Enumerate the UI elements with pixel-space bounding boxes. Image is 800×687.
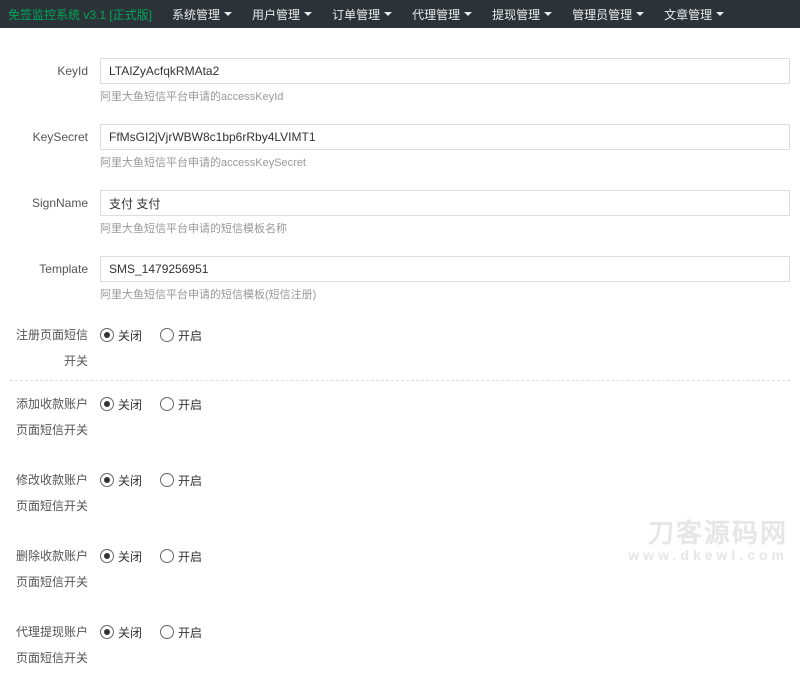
nav-label: 用户管理 (252, 6, 300, 23)
brand-title: 免签监控系统 v3.1 [正式版] (8, 6, 152, 23)
label-switch-delete: 删除收款账户页面短信开关 (10, 543, 100, 595)
radio-register-on[interactable]: 开启 (160, 327, 202, 344)
radio-label: 开启 (178, 548, 202, 565)
input-keyid[interactable] (100, 58, 790, 84)
radio-delete-off[interactable]: 关闭 (100, 548, 142, 565)
radio-edit-off[interactable]: 关闭 (100, 472, 142, 489)
input-signname[interactable] (100, 190, 790, 216)
radio-label: 关闭 (118, 396, 142, 413)
radio-label: 关闭 (118, 548, 142, 565)
input-template[interactable] (100, 256, 790, 282)
help-keyid: 阿里大鱼短信平台申请的accessKeyId (100, 88, 790, 104)
radio-label: 关闭 (118, 624, 142, 641)
nav-label: 提现管理 (492, 6, 540, 23)
radio-agent-on[interactable]: 开启 (160, 624, 202, 641)
input-keysecret[interactable] (100, 124, 790, 150)
chevron-down-icon (224, 12, 232, 16)
radio-agent-off[interactable]: 关闭 (100, 624, 142, 641)
chevron-down-icon (304, 12, 312, 16)
row-switch-agent: 代理提现账户页面短信开关 关闭 开启 (10, 619, 790, 671)
radio-icon (100, 397, 114, 411)
help-signname: 阿里大鱼短信平台申请的短信模板名称 (100, 220, 790, 236)
row-keysecret: KeySecret 阿里大鱼短信平台申请的accessKeySecret (10, 124, 790, 184)
radio-icon (100, 625, 114, 639)
chevron-down-icon (636, 12, 644, 16)
row-keyid: KeyId 阿里大鱼短信平台申请的accessKeyId (10, 58, 790, 118)
nav-label: 文章管理 (664, 6, 712, 23)
label-switch-register: 注册页面短信开关 (10, 322, 100, 374)
radio-icon (160, 625, 174, 639)
row-template: Template 阿里大鱼短信平台申请的短信模板(短信注册) (10, 256, 790, 316)
nav-article[interactable]: 文章管理 (654, 0, 734, 28)
watermark-url: www.dkewl.com (628, 548, 788, 563)
row-signname: SignName 阿里大鱼短信平台申请的短信模板名称 (10, 190, 790, 250)
watermark: 刀客源码网 www.dkewl.com (628, 519, 788, 563)
nav-agent[interactable]: 代理管理 (402, 0, 482, 28)
label-template: Template (10, 256, 100, 282)
chevron-down-icon (544, 12, 552, 16)
label-switch-add: 添加收款账户页面短信开关 (10, 391, 100, 443)
radio-label: 开启 (178, 396, 202, 413)
radio-edit-on[interactable]: 开启 (160, 472, 202, 489)
radio-icon (160, 473, 174, 487)
row-switch-add: 添加收款账户页面短信开关 关闭 开启 (10, 391, 790, 443)
radio-label: 开启 (178, 624, 202, 641)
navbar: 免签监控系统 v3.1 [正式版] 系统管理 用户管理 订单管理 代理管理 提现… (0, 0, 800, 28)
nav-system[interactable]: 系统管理 (162, 0, 242, 28)
row-switch-register: 注册页面短信开关 关闭 开启 (10, 322, 790, 374)
chevron-down-icon (464, 12, 472, 16)
nav-withdraw[interactable]: 提现管理 (482, 0, 562, 28)
radio-delete-on[interactable]: 开启 (160, 548, 202, 565)
chevron-down-icon (384, 12, 392, 16)
nav-label: 代理管理 (412, 6, 460, 23)
label-keyid: KeyId (10, 58, 100, 84)
label-switch-edit: 修改收款账户页面短信开关 (10, 467, 100, 519)
label-keysecret: KeySecret (10, 124, 100, 150)
label-signname: SignName (10, 190, 100, 216)
nav-order[interactable]: 订单管理 (322, 0, 402, 28)
nav-label: 系统管理 (172, 6, 220, 23)
watermark-title: 刀客源码网 (648, 518, 788, 548)
radio-add-on[interactable]: 开启 (160, 396, 202, 413)
radio-label: 开启 (178, 327, 202, 344)
radio-label: 关闭 (118, 327, 142, 344)
radio-icon (100, 549, 114, 563)
radio-register-off[interactable]: 关闭 (100, 327, 142, 344)
help-keysecret: 阿里大鱼短信平台申请的accessKeySecret (100, 154, 790, 170)
radio-add-off[interactable]: 关闭 (100, 396, 142, 413)
nav-user[interactable]: 用户管理 (242, 0, 322, 28)
help-template: 阿里大鱼短信平台申请的短信模板(短信注册) (100, 286, 790, 302)
nav-menu: 系统管理 用户管理 订单管理 代理管理 提现管理 管理员管理 文章管理 (162, 0, 734, 28)
radio-icon (160, 328, 174, 342)
divider (10, 380, 790, 381)
chevron-down-icon (716, 12, 724, 16)
radio-label: 关闭 (118, 472, 142, 489)
row-switch-edit: 修改收款账户页面短信开关 关闭 开启 (10, 467, 790, 519)
radio-icon (100, 473, 114, 487)
radio-icon (160, 549, 174, 563)
radio-label: 开启 (178, 472, 202, 489)
nav-label: 订单管理 (332, 6, 380, 23)
nav-admin[interactable]: 管理员管理 (562, 0, 654, 28)
radio-icon (160, 397, 174, 411)
form-area: KeyId 阿里大鱼短信平台申请的accessKeyId KeySecret 阿… (0, 28, 800, 687)
label-switch-agent: 代理提现账户页面短信开关 (10, 619, 100, 671)
nav-label: 管理员管理 (572, 6, 632, 23)
radio-icon (100, 328, 114, 342)
